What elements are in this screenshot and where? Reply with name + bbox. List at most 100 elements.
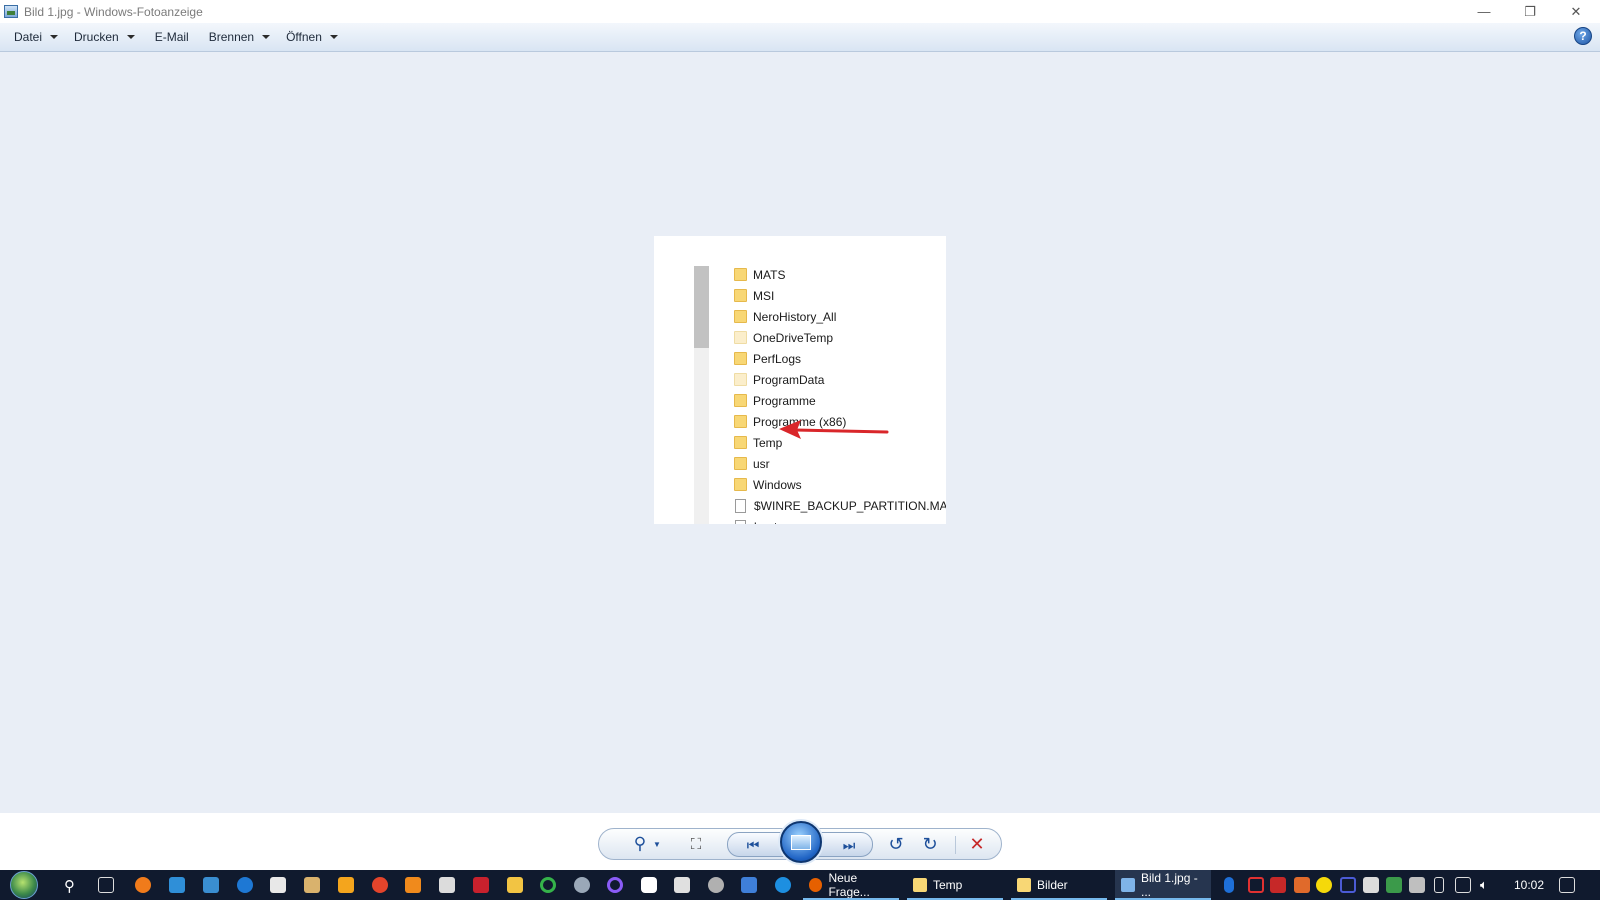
file-icon <box>735 498 746 513</box>
rotate-right-icon[interactable]: ↻ <box>920 834 940 854</box>
chevron-down-icon <box>329 35 338 39</box>
folder-icon <box>734 352 747 365</box>
chevron-down-icon[interactable]: ▼ <box>652 838 662 850</box>
restore-button[interactable]: ❐ <box>1507 0 1553 23</box>
tray-app-icon[interactable] <box>1270 877 1286 893</box>
tray-app-icon[interactable] <box>1294 877 1310 893</box>
folder-icon <box>734 415 747 428</box>
clock[interactable]: 10:02 <box>1514 870 1544 900</box>
pinned-app-icon[interactable] <box>674 877 690 893</box>
list-item: bootmgr <box>734 516 946 524</box>
taskbar-item-label: Bilder <box>1037 878 1068 892</box>
title-bar: Bild 1.jpg - Windows-Fotoanzeige — ❐ ✕ <box>0 0 1600 23</box>
pinned-app-icon[interactable] <box>708 877 724 893</box>
file-icon <box>735 519 746 524</box>
network-icon[interactable] <box>1455 877 1471 893</box>
minimize-button[interactable]: — <box>1461 0 1507 23</box>
divider <box>955 836 956 854</box>
taskbar-item-label: Temp <box>933 878 963 892</box>
taskbar-item-photo-viewer[interactable]: Bild 1.jpg - ... <box>1115 870 1211 900</box>
folder-icon <box>734 310 747 323</box>
pinned-app-icon[interactable] <box>203 877 219 893</box>
mail-icon[interactable] <box>1363 877 1379 893</box>
bluetooth-icon[interactable] <box>1224 877 1234 893</box>
rotate-left-icon[interactable]: ↺ <box>886 834 906 854</box>
list-item: Programme <box>734 390 946 411</box>
file-name: MSI <box>753 288 775 303</box>
pinned-app-icon[interactable] <box>641 877 657 893</box>
pinned-app-icon[interactable] <box>237 877 253 893</box>
list-item: PerfLogs <box>734 348 946 369</box>
delete-icon[interactable]: ✕ <box>966 834 988 854</box>
folder-icon <box>734 394 747 407</box>
tray-app-icon[interactable] <box>1248 877 1264 893</box>
shield-icon[interactable] <box>1386 877 1402 893</box>
folder-icon <box>734 289 747 302</box>
red-arrow-annotation <box>779 420 889 439</box>
pinned-app-icon[interactable] <box>135 877 151 893</box>
menu-datei[interactable]: Datei <box>6 23 66 52</box>
volume-icon[interactable]: 🔈︎ <box>1480 877 1496 893</box>
pinned-app-icon[interactable] <box>372 877 388 893</box>
pinned-app-icon[interactable] <box>741 877 757 893</box>
previous-icon[interactable]: ⏮ <box>742 835 764 855</box>
pinned-app-icon[interactable] <box>607 877 623 893</box>
menu-drucken[interactable]: Drucken <box>66 23 143 52</box>
window-title: Bild 1.jpg - Windows-Fotoanzeige <box>24 4 203 19</box>
help-icon[interactable]: ? <box>1574 27 1592 45</box>
tray-app-icon[interactable] <box>1340 877 1356 893</box>
store-icon[interactable] <box>270 877 286 893</box>
taskbar-item-label: Neue Frage... <box>828 871 870 899</box>
vlc-icon[interactable] <box>405 877 421 893</box>
tray-app-icon[interactable] <box>1409 877 1425 893</box>
pinned-app-icon[interactable] <box>540 877 556 893</box>
search-icon[interactable]: ⚲ <box>64 877 80 895</box>
menu-oeffnen[interactable]: Öffnen <box>278 23 346 52</box>
list-item: NeroHistory_All <box>734 306 946 327</box>
menu-email[interactable]: E-Mail <box>143 23 201 52</box>
chevron-down-icon <box>50 35 59 39</box>
list-item: usr <box>734 453 946 474</box>
pinned-app-icon[interactable] <box>507 877 523 893</box>
menu-brennen-label: Brennen <box>208 30 255 44</box>
list-item: MATS <box>734 264 946 285</box>
taskbar-item-temp[interactable]: Temp <box>907 870 1003 900</box>
start-button[interactable] <box>10 871 38 899</box>
pinned-app-icon[interactable] <box>304 877 320 893</box>
smiley-icon[interactable] <box>1316 877 1332 893</box>
folder-icon <box>913 878 927 892</box>
task-view-icon[interactable] <box>98 877 114 893</box>
folder-icon <box>1017 878 1031 892</box>
menu-email-label: E-Mail <box>154 30 189 44</box>
usb-icon[interactable] <box>1434 877 1444 893</box>
close-button[interactable]: ✕ <box>1553 0 1599 23</box>
fit-to-window-icon[interactable]: ⛶ <box>686 834 706 854</box>
taskbar-item-bilder[interactable]: Bilder <box>1011 870 1107 900</box>
file-name: bootmgr <box>754 520 798 525</box>
menu-brennen[interactable]: Brennen <box>201 23 278 52</box>
pinned-app-icon[interactable] <box>473 877 489 893</box>
file-name: $WINRE_BACKUP_PARTITION.MARKER <box>754 498 946 513</box>
slideshow-button[interactable] <box>780 821 822 863</box>
chevron-down-icon <box>262 35 271 39</box>
pinned-app-icon[interactable] <box>574 877 590 893</box>
camera-icon[interactable] <box>439 877 455 893</box>
notification-icon[interactable] <box>1559 877 1575 893</box>
skype-icon[interactable] <box>775 877 791 893</box>
list-item: Windows <box>734 474 946 495</box>
taskbar-item-firefox[interactable]: Neue Frage... <box>803 870 899 900</box>
chevron-down-icon <box>126 35 135 39</box>
menu-oeffnen-label: Öffnen <box>286 30 322 44</box>
next-icon[interactable]: ⏭ <box>838 835 860 855</box>
taskbar-item-label: Bild 1.jpg - ... <box>1141 871 1198 899</box>
file-name: Windows <box>753 477 802 492</box>
file-name: PerfLogs <box>753 351 802 366</box>
pinned-app-icon[interactable] <box>169 877 185 893</box>
media-player-icon[interactable] <box>338 877 354 893</box>
zoom-icon[interactable]: ⚲ <box>626 834 654 854</box>
file-name: ProgramData <box>753 372 825 387</box>
file-name: MATS <box>753 267 786 282</box>
menu-datei-label: Datei <box>14 30 43 44</box>
folder-icon <box>734 436 747 449</box>
list-item: ProgramData <box>734 369 946 390</box>
